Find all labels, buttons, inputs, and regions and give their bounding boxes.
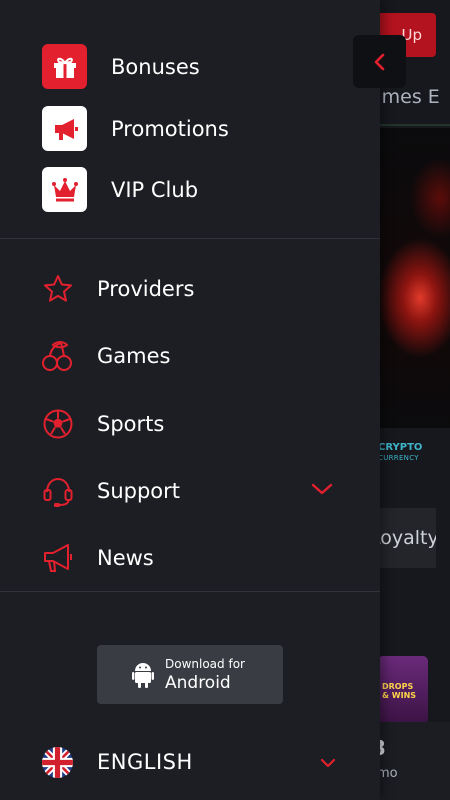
menu-item-sports[interactable]: Sports: [41, 407, 341, 441]
language-selector[interactable]: ENGLISH: [42, 745, 342, 779]
chevron-down-icon: [320, 754, 336, 773]
headset-icon: [41, 474, 75, 508]
menu-item-bonuses[interactable]: Bonuses: [42, 44, 200, 89]
drops-line2: & WINS: [382, 691, 417, 700]
android-icon: [131, 660, 155, 690]
bottom-nav-label[interactable]: mo: [377, 766, 398, 781]
category-tabs[interactable]: ames E: [370, 86, 440, 108]
download-android-button[interactable]: Download for Android: [97, 645, 283, 704]
crypto-logo-line2: CURRENCY: [378, 454, 419, 462]
crypto-logo-line1: CRYPTO: [378, 442, 423, 453]
megaphone-icon: [41, 541, 75, 575]
side-menu-drawer: Bonuses Promotions VIP Club Providers Ga…: [0, 0, 380, 800]
menu-divider: [0, 591, 380, 592]
tabs-divider: [380, 124, 450, 126]
uk-flag-icon: [42, 746, 73, 778]
hero-banner[interactable]: [380, 128, 450, 428]
menu-item-providers[interactable]: Providers: [41, 272, 341, 306]
crypto-logo: CRYPTO CURRENCY: [378, 443, 422, 463]
menu-item-news[interactable]: News: [41, 541, 341, 575]
bottom-nav: [380, 722, 450, 800]
menu-item-label: Providers: [97, 277, 195, 301]
close-drawer-button[interactable]: [353, 35, 406, 88]
drops-wins-text: DROPS & WINS: [382, 682, 416, 700]
cherries-icon: [41, 339, 75, 373]
download-platform: Android: [165, 672, 231, 693]
language-label: ENGLISH: [97, 750, 193, 774]
menu-item-promotions[interactable]: Promotions: [42, 106, 229, 151]
menu-item-label: Bonuses: [111, 54, 200, 79]
download-caption: Download for: [165, 656, 245, 671]
menu-item-label: Promotions: [111, 116, 229, 141]
menu-divider: [0, 238, 380, 239]
menu-item-label: VIP Club: [111, 177, 199, 202]
chevron-down-icon[interactable]: [311, 481, 333, 500]
menu-item-support[interactable]: Support: [41, 474, 341, 508]
chevron-left-icon: [374, 53, 384, 70]
menu-item-games[interactable]: Games: [41, 339, 341, 373]
crown-icon: [42, 167, 87, 212]
menu-item-label: News: [97, 546, 154, 570]
star-icon: [41, 272, 75, 306]
drops-wins-banner[interactable]: DROPS & WINS: [378, 656, 428, 724]
menu-item-label: Sports: [97, 412, 165, 436]
drops-line1: DROPS: [382, 682, 414, 691]
download-text: Download for Android: [165, 656, 245, 694]
menu-item-label: Support: [97, 479, 181, 503]
gift-icon: [42, 44, 87, 89]
megaphone-icon: [42, 106, 87, 151]
soccer-ball-icon: [41, 407, 75, 441]
menu-item-label: Games: [97, 344, 171, 368]
menu-item-vip-club[interactable]: VIP Club: [42, 167, 198, 212]
